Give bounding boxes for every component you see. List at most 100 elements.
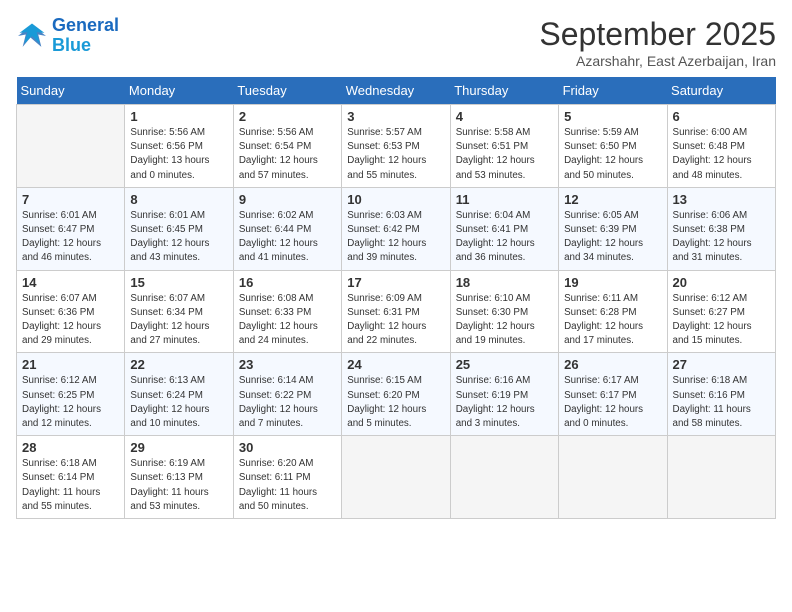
day-number: 7 [22,192,119,207]
page-header: General Blue September 2025 Azarshahr, E… [16,16,776,69]
day-info: Sunrise: 5:57 AMSunset: 6:53 PMDaylight:… [347,126,444,183]
day-number: 12 [564,192,661,207]
day-info: Sunrise: 6:13 AMSunset: 6:24 PMDaylight:… [130,374,227,431]
day-number: 10 [347,192,444,207]
day-info: Sunrise: 6:18 AMSunset: 6:16 PMDaylight:… [673,374,770,431]
day-number: 21 [22,357,119,372]
day-cell: 11 Sunrise: 6:04 AMSunset: 6:41 PMDayligh… [450,187,558,270]
day-number: 23 [239,357,336,372]
day-cell [559,436,667,519]
day-number: 15 [130,275,227,290]
week-row-2: 7 Sunrise: 6:01 AMSunset: 6:47 PMDaylight… [17,187,776,270]
day-number: 13 [673,192,770,207]
header-row: SundayMondayTuesdayWednesdayThursdayFrid… [17,77,776,105]
day-number: 30 [239,440,336,455]
day-number: 29 [130,440,227,455]
week-row-1: 1 Sunrise: 5:56 AMSunset: 6:56 PMDaylight… [17,105,776,188]
day-info: Sunrise: 6:17 AMSunset: 6:17 PMDaylight:… [564,374,661,431]
day-info: Sunrise: 6:15 AMSunset: 6:20 PMDaylight:… [347,374,444,431]
day-cell: 30Sunrise: 6:20 AMSunset: 6:11 PMDayligh… [233,436,341,519]
col-header-wednesday: Wednesday [342,77,450,105]
day-cell: 22Sunrise: 6:13 AMSunset: 6:24 PMDayligh… [125,353,233,436]
day-number: 19 [564,275,661,290]
day-number: 17 [347,275,444,290]
day-info: Sunrise: 6:07 AMSunset: 6:36 PMDaylight:… [22,292,119,349]
day-info: Sunrise: 6:02 AMSunset: 6:44 PMDaylight:… [239,209,336,266]
week-row-4: 21 Sunrise: 6:12 AMSunset: 6:25 PMDayligh… [17,353,776,436]
day-info: Sunrise: 6:16 AMSunset: 6:19 PMDaylight:… [456,374,553,431]
day-info: Sunrise: 6:14 AMSunset: 6:22 PMDaylight:… [239,374,336,431]
day-info: Sunrise: 6:08 AMSunset: 6:33 PMDaylight:… [239,292,336,349]
day-number: 5 [564,109,661,124]
day-info: Sunrise: 6:01 AMSunset: 6:45 PMDaylight:… [130,209,227,266]
col-header-tuesday: Tuesday [233,77,341,105]
week-row-3: 14 Sunrise: 6:07 AMSunset: 6:36 PMDayligh… [17,270,776,353]
day-cell: 15 Sunrise: 6:07 AMSunset: 6:34 PMDayligh… [125,270,233,353]
day-info: Sunrise: 5:59 AMSunset: 6:50 PMDaylight:… [564,126,661,183]
day-cell: 3 Sunrise: 5:57 AMSunset: 6:53 PMDaylight… [342,105,450,188]
logo-text: General Blue [52,16,119,56]
day-info: Sunrise: 6:04 AMSunset: 6:41 PMDaylight:… [456,209,553,266]
day-cell: 17 Sunrise: 6:09 AMSunset: 6:31 PMDayligh… [342,270,450,353]
month-title: September 2025 [539,16,776,53]
day-number: 18 [456,275,553,290]
day-cell: 27 Sunrise: 6:18 AMSunset: 6:16 PMDayligh… [667,353,775,436]
day-info: Sunrise: 5:56 AMSunset: 6:56 PMDaylight:… [130,126,227,183]
day-cell: 20Sunrise: 6:12 AMSunset: 6:27 PMDayligh… [667,270,775,353]
day-cell: 16 Sunrise: 6:08 AMSunset: 6:33 PMDayligh… [233,270,341,353]
day-info: Sunrise: 6:00 AMSunset: 6:48 PMDaylight:… [673,126,770,183]
day-info: Sunrise: 6:19 AMSunset: 6:13 PMDaylight:… [130,457,227,514]
day-cell: 29 Sunrise: 6:19 AMSunset: 6:13 PMDayligh… [125,436,233,519]
day-cell [450,436,558,519]
day-number: 2 [239,109,336,124]
day-cell: 26Sunrise: 6:17 AMSunset: 6:17 PMDayligh… [559,353,667,436]
col-header-thursday: Thursday [450,77,558,105]
day-number: 27 [673,357,770,372]
day-number: 3 [347,109,444,124]
title-block: September 2025 Azarshahr, East Azerbaija… [539,16,776,69]
day-info: Sunrise: 6:18 AMSunset: 6:14 PMDaylight:… [22,457,119,514]
day-number: 28 [22,440,119,455]
day-cell: 10 Sunrise: 6:03 AMSunset: 6:42 PMDayligh… [342,187,450,270]
day-number: 25 [456,357,553,372]
day-cell: 12 Sunrise: 6:05 AMSunset: 6:39 PMDayligh… [559,187,667,270]
day-info: Sunrise: 6:07 AMSunset: 6:34 PMDaylight:… [130,292,227,349]
day-info: Sunrise: 6:06 AMSunset: 6:38 PMDaylight:… [673,209,770,266]
day-number: 16 [239,275,336,290]
day-cell: 9 Sunrise: 6:02 AMSunset: 6:44 PMDaylight… [233,187,341,270]
logo-icon [16,22,48,50]
col-header-monday: Monday [125,77,233,105]
col-header-saturday: Saturday [667,77,775,105]
day-cell: 13 Sunrise: 6:06 AMSunset: 6:38 PMDayligh… [667,187,775,270]
day-cell [17,105,125,188]
day-cell: 18Sunrise: 6:10 AMSunset: 6:30 PMDayligh… [450,270,558,353]
day-info: Sunrise: 6:05 AMSunset: 6:39 PMDaylight:… [564,209,661,266]
day-cell: 25 Sunrise: 6:16 AMSunset: 6:19 PMDayligh… [450,353,558,436]
day-number: 9 [239,192,336,207]
col-header-friday: Friday [559,77,667,105]
day-info: Sunrise: 6:11 AMSunset: 6:28 PMDaylight:… [564,292,661,349]
day-info: Sunrise: 5:58 AMSunset: 6:51 PMDaylight:… [456,126,553,183]
day-cell: 14 Sunrise: 6:07 AMSunset: 6:36 PMDayligh… [17,270,125,353]
week-row-5: 28 Sunrise: 6:18 AMSunset: 6:14 PMDayligh… [17,436,776,519]
day-number: 6 [673,109,770,124]
day-cell [342,436,450,519]
day-number: 11 [456,192,553,207]
day-cell: 4Sunrise: 5:58 AMSunset: 6:51 PMDaylight… [450,105,558,188]
day-info: Sunrise: 6:01 AMSunset: 6:47 PMDaylight:… [22,209,119,266]
day-cell: 1 Sunrise: 5:56 AMSunset: 6:56 PMDaylight… [125,105,233,188]
day-cell: 24Sunrise: 6:15 AMSunset: 6:20 PMDayligh… [342,353,450,436]
day-info: Sunrise: 6:03 AMSunset: 6:42 PMDaylight:… [347,209,444,266]
day-info: Sunrise: 6:09 AMSunset: 6:31 PMDaylight:… [347,292,444,349]
day-cell: 6 Sunrise: 6:00 AMSunset: 6:48 PMDaylight… [667,105,775,188]
day-cell: 7 Sunrise: 6:01 AMSunset: 6:47 PMDaylight… [17,187,125,270]
calendar-table: SundayMondayTuesdayWednesdayThursdayFrid… [16,77,776,519]
day-number: 1 [130,109,227,124]
day-cell [667,436,775,519]
subtitle: Azarshahr, East Azerbaijan, Iran [539,53,776,69]
day-cell: 28 Sunrise: 6:18 AMSunset: 6:14 PMDayligh… [17,436,125,519]
day-number: 14 [22,275,119,290]
day-number: 8 [130,192,227,207]
day-number: 20 [673,275,770,290]
day-info: Sunrise: 6:12 AMSunset: 6:25 PMDaylight:… [22,374,119,431]
